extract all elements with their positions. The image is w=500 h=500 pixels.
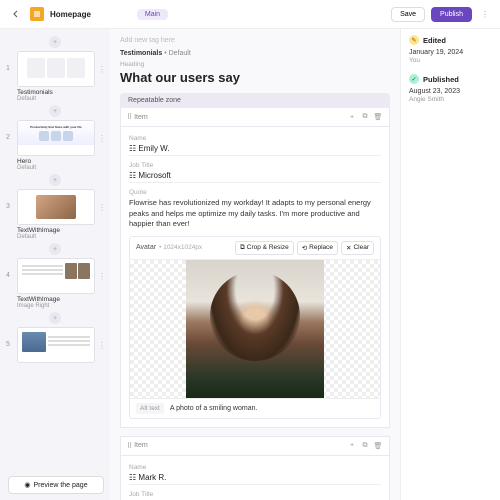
avatar-label: Avatar	[136, 244, 156, 251]
published-icon: ✓	[409, 74, 419, 84]
duplicate-item-icon[interactable]: ⧉	[360, 441, 370, 451]
crop-icon: ⧉	[240, 244, 245, 252]
clear-icon: ✕	[346, 244, 351, 252]
add-item-icon[interactable]: +	[347, 112, 357, 122]
slice-more-icon[interactable]: ⋮	[98, 258, 104, 281]
editor-main: Add new tag here Testimonials • Default …	[110, 29, 400, 500]
history-panel: ✎Edited January 19, 2024 You ✓Published …	[400, 29, 500, 500]
branch-pill[interactable]: Main	[137, 9, 168, 20]
published-date: August 23, 2023	[409, 88, 492, 95]
slice-name: Hero	[17, 158, 104, 165]
eye-icon: ◉	[24, 481, 30, 489]
topbar: Homepage Main Save Publish ⋮	[0, 0, 500, 29]
preview-page-button[interactable]: ◉Preview the page	[8, 476, 104, 494]
job-label: Job Title	[129, 162, 381, 169]
avatar-image[interactable]	[130, 260, 380, 398]
slice-sidebar: + 1 ⋮ TestimonialsDefault + 2 Productivi…	[0, 29, 110, 500]
item-bar: ⠿ Item + ⧉ 🗑	[120, 108, 390, 127]
back-button[interactable]	[8, 6, 24, 22]
replace-button[interactable]: ⟲Replace	[297, 241, 338, 255]
save-button[interactable]: Save	[391, 7, 425, 22]
heading-field[interactable]: What our users say	[120, 70, 390, 85]
slice-thumb-text-image[interactable]	[17, 189, 95, 225]
published-user: Angie Smith	[409, 96, 492, 103]
slice-thumb-testimonials[interactable]	[17, 51, 95, 87]
drag-icon[interactable]: ⠿	[127, 113, 132, 121]
page-title: Homepage	[50, 10, 91, 19]
name-label: Name	[129, 464, 381, 471]
slice-variant: Default	[17, 165, 104, 171]
edited-icon: ✎	[409, 35, 419, 45]
slice-number: 4	[6, 258, 14, 279]
slice-variant: Default	[17, 96, 104, 102]
edited-label: Edited	[423, 36, 446, 45]
item-bar: ⠿ Item + ⧉ 🗑	[120, 436, 390, 456]
add-slice-button[interactable]: +	[49, 174, 61, 186]
avatar-box: Avatar • 1024x1024px ⧉Crop & Resize ⟲Rep…	[129, 236, 381, 419]
quote-label: Quote	[129, 189, 381, 196]
slice-more-icon[interactable]: ⋮	[98, 327, 104, 350]
name-label: Name	[129, 135, 381, 142]
clear-button[interactable]: ✕Clear	[341, 241, 374, 255]
delete-item-icon[interactable]: 🗑	[373, 441, 383, 451]
job-field[interactable]: ☷ Microsoft	[129, 171, 381, 183]
published-label: Published	[423, 75, 459, 84]
edited-date: January 19, 2024	[409, 49, 492, 56]
slice-name: TextWithImage	[17, 296, 104, 303]
repeatable-zone-header: Repeatable zone	[120, 93, 390, 108]
item-card: Name☷ Mark R. Job Title☷ GitHub	[120, 456, 390, 500]
add-slice-button[interactable]: +	[49, 36, 61, 48]
slice-number: 2	[6, 120, 14, 141]
topbar-more-icon[interactable]: ⋮	[478, 10, 492, 19]
heading-label: Heading	[120, 61, 390, 68]
slice-number: 1	[6, 51, 14, 72]
slice-more-icon[interactable]: ⋮	[98, 189, 104, 212]
alt-field[interactable]: A photo of a smiling woman.	[170, 405, 258, 412]
item-card: Name ☷ Emily W. Job Title ☷ Microsoft Quot…	[120, 127, 390, 428]
slice-name: TextWithImage	[17, 227, 104, 234]
alt-label: Alt text	[136, 403, 164, 414]
slice-name: Testimonials	[17, 89, 104, 96]
slice-breadcrumb: Testimonials • Default	[120, 50, 390, 57]
replace-icon: ⟲	[302, 244, 307, 252]
delete-item-icon[interactable]: 🗑	[373, 112, 383, 122]
add-slice-button[interactable]: +	[49, 243, 61, 255]
slice-thumb-text-image-right[interactable]	[17, 258, 95, 294]
add-item-icon[interactable]: +	[347, 441, 357, 451]
doc-icon	[30, 7, 44, 21]
drag-icon[interactable]: ⠿	[127, 442, 132, 450]
name-field[interactable]: ☷ Emily W.	[129, 144, 381, 156]
slice-more-icon[interactable]: ⋮	[98, 51, 104, 74]
slice-more-icon[interactable]: ⋮	[98, 120, 104, 143]
slice-thumb-5[interactable]	[17, 327, 95, 363]
add-slice-button[interactable]: +	[49, 312, 61, 324]
quote-field[interactable]: Flowrise has revolutionized my workday! …	[129, 198, 381, 230]
slice-number: 3	[6, 189, 14, 210]
edited-user: You	[409, 57, 492, 64]
crop-button[interactable]: ⧉Crop & Resize	[235, 241, 294, 255]
slice-thumb-hero[interactable]: Productivity that flows with your life	[17, 120, 95, 156]
name-field[interactable]: ☷ Mark R.	[129, 473, 381, 485]
duplicate-item-icon[interactable]: ⧉	[360, 112, 370, 122]
job-label: Job Title	[129, 491, 381, 498]
publish-button[interactable]: Publish	[431, 7, 472, 22]
slice-variant: Default	[17, 234, 104, 240]
tag-hint[interactable]: Add new tag here	[120, 37, 390, 44]
slice-variant: Image Right	[17, 303, 104, 309]
avatar-dims: • 1024x1024px	[159, 244, 202, 251]
add-slice-button[interactable]: +	[49, 105, 61, 117]
slice-number: 5	[6, 327, 14, 348]
